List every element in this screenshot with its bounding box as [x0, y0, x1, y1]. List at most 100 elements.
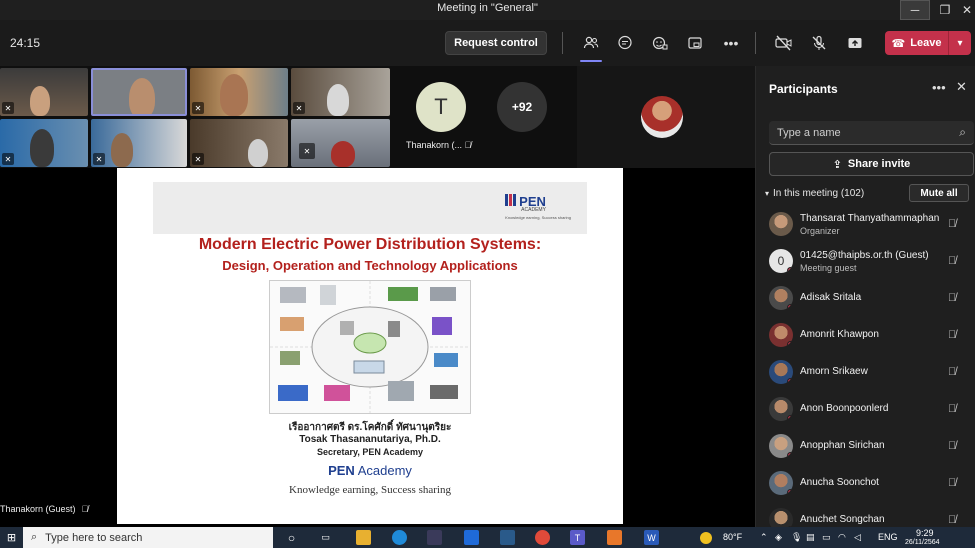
battery-icon[interactable]: ▭: [822, 532, 831, 543]
mic-muted-icon[interactable]: 🎙̸: [948, 477, 956, 489]
slide-author-thai: เรืออากาศตรี ดร.โคศักดิ์ ทัศนานุตริยะ: [288, 422, 452, 433]
panel-close-icon[interactable]: ✕: [956, 79, 967, 95]
participant-row[interactable]: Thansarat Thanyathammaphan Organizer 🎙̸: [756, 206, 975, 243]
participant-search-box[interactable]: ⌕: [769, 121, 974, 145]
mic-muted-icon[interactable]: 🎙̸: [948, 255, 956, 267]
mute-all-button[interactable]: Mute all: [909, 184, 969, 202]
wifi-icon[interactable]: ◠: [838, 532, 846, 543]
mic-muted-icon[interactable]: 🎙̸: [948, 366, 956, 378]
volume-icon[interactable]: ◁: [854, 532, 861, 543]
weather-temperature[interactable]: 80°F: [723, 532, 742, 542]
file-explorer-icon[interactable]: [356, 530, 371, 545]
overflow-participants-button[interactable]: +92: [497, 82, 547, 132]
participants-icon[interactable]: [580, 32, 602, 54]
app-icon[interactable]: [607, 530, 622, 545]
mic-muted-icon: ✕: [2, 153, 14, 165]
close-icon[interactable]: ✕: [952, 0, 975, 20]
camera-off-icon[interactable]: [773, 32, 795, 54]
video-tile[interactable]: ✕: [190, 119, 288, 167]
phone-hangup-icon: ☎: [891, 37, 906, 50]
video-tile[interactable]: ✕: [190, 68, 288, 116]
mic-muted-icon: ✕: [293, 102, 305, 114]
participant-row[interactable]: Amonrit Khawpon 🎙̸: [756, 317, 975, 354]
slide-tagline: Knowledge earning, Success sharing: [289, 484, 451, 496]
cortana-icon[interactable]: ○: [284, 530, 299, 545]
power-grid-diagram: [269, 280, 471, 414]
taskbar-search-box[interactable]: ⌕ Type here to search: [23, 527, 273, 548]
share-invite-button[interactable]: ⇪ Share invite: [769, 152, 974, 176]
tray-app-icon[interactable]: ▤: [806, 532, 815, 543]
mic-muted-icon: 🎙̸: [464, 140, 472, 150]
avatar: 0: [769, 249, 793, 273]
video-tile[interactable]: ✕: [91, 119, 187, 167]
video-tile[interactable]: ✕: [0, 68, 88, 116]
shared-content-stage: PEN ACADEMY Knowledge earning, Success s…: [0, 168, 755, 527]
store-icon[interactable]: [427, 530, 442, 545]
window-title-bar: Meeting in "General" ─ ❐ ✕: [0, 0, 975, 20]
mic-muted-icon: ✕: [192, 102, 204, 114]
leave-label: Leave: [910, 37, 942, 49]
tray-app-icon[interactable]: 🎙: [791, 532, 802, 543]
video-tile[interactable]: ✕: [291, 119, 390, 167]
tray-chevron-icon[interactable]: ⌃: [760, 532, 768, 543]
language-indicator[interactable]: ENG: [878, 532, 898, 542]
mic-muted-icon[interactable]: 🎙̸: [948, 514, 956, 526]
participant-row[interactable]: Anon Boonpoonlerd 🎙̸: [756, 391, 975, 428]
video-tile[interactable]: ✕: [291, 68, 390, 116]
word-icon[interactable]: W: [644, 530, 659, 545]
participants-panel: Participants ••• ✕ ⌕ ⇪ Share invite ▾ In…: [755, 66, 975, 532]
mic-muted-icon: ✕: [192, 153, 204, 165]
clock-time[interactable]: 9:29: [916, 528, 934, 538]
app-icon[interactable]: [500, 530, 515, 545]
chat-icon[interactable]: [614, 32, 636, 54]
participant-row[interactable]: Adisak Sritala 🎙̸: [756, 280, 975, 317]
mic-muted-icon[interactable]: 🎙̸: [948, 292, 956, 304]
participant-video: [327, 84, 349, 116]
in-meeting-section-header[interactable]: ▾ In this meeting (102): [765, 188, 864, 199]
mic-off-icon[interactable]: [808, 32, 830, 54]
search-icon[interactable]: ⌕: [959, 125, 966, 140]
participant-row[interactable]: 0 01425@thaipbs.or.th (Guest) Meeting gu…: [756, 243, 975, 280]
weather-icon[interactable]: [700, 532, 712, 544]
request-control-button[interactable]: Request control: [445, 31, 547, 55]
participant-search-input[interactable]: [777, 125, 947, 141]
teams-icon[interactable]: T: [570, 530, 585, 545]
minimize-icon[interactable]: ─: [900, 0, 930, 20]
rooms-icon[interactable]: [684, 32, 706, 54]
participant-video: [220, 74, 248, 116]
participant-video: [111, 133, 133, 167]
participant-row[interactable]: Amorn Srikaew 🎙̸: [756, 354, 975, 391]
participant-video: [129, 78, 155, 114]
task-view-icon[interactable]: ▭: [318, 530, 333, 545]
windows-start-icon[interactable]: ⊞: [4, 530, 19, 545]
reactions-icon[interactable]: [649, 32, 671, 54]
video-tile[interactable]: ✕: [0, 119, 88, 167]
edge-browser-icon[interactable]: [392, 530, 407, 545]
mic-muted-icon[interactable]: 🎙̸: [948, 218, 956, 230]
mic-muted-icon[interactable]: 🎙̸: [948, 403, 956, 415]
leave-button[interactable]: ☎ Leave ▾: [885, 31, 971, 55]
clock-date[interactable]: 26/11/2564: [905, 539, 940, 546]
presenter-label: Thanakorn (Guest) 🎙̸: [0, 504, 89, 514]
slide-author-english: Tosak Thasananutariya, Ph.D.: [299, 434, 441, 445]
participant-row[interactable]: Anopphan Sirichan 🎙̸: [756, 428, 975, 465]
pen-academy-logo: PEN ACADEMY Knowledge earning, Success s…: [505, 194, 571, 220]
tray-app-icon[interactable]: ◈: [775, 532, 782, 543]
chrome-icon[interactable]: [535, 530, 550, 545]
mic-muted-icon[interactable]: 🎙̸: [948, 329, 956, 341]
video-tile-large[interactable]: [577, 66, 755, 168]
mail-icon[interactable]: [464, 530, 479, 545]
panel-more-options-icon[interactable]: •••: [932, 80, 946, 95]
more-options-icon[interactable]: •••: [720, 32, 742, 54]
avatar: [769, 360, 793, 384]
share-screen-icon[interactable]: [844, 32, 866, 54]
mic-muted-icon[interactable]: 🎙̸: [948, 440, 956, 452]
avatar: [769, 212, 793, 236]
leave-options-chevron-icon[interactable]: ▾: [949, 38, 971, 49]
mic-muted-icon: ✕: [299, 143, 315, 159]
video-tile-active-speaker[interactable]: [91, 68, 187, 116]
participant-row[interactable]: Anucha Soonchot 🎙̸: [756, 465, 975, 502]
participant-avatar[interactable]: T: [416, 82, 466, 132]
leave-call-button[interactable]: ☎ Leave: [885, 31, 949, 55]
participant-avatar-name: Thanakorn (... 🎙̸: [406, 140, 472, 150]
